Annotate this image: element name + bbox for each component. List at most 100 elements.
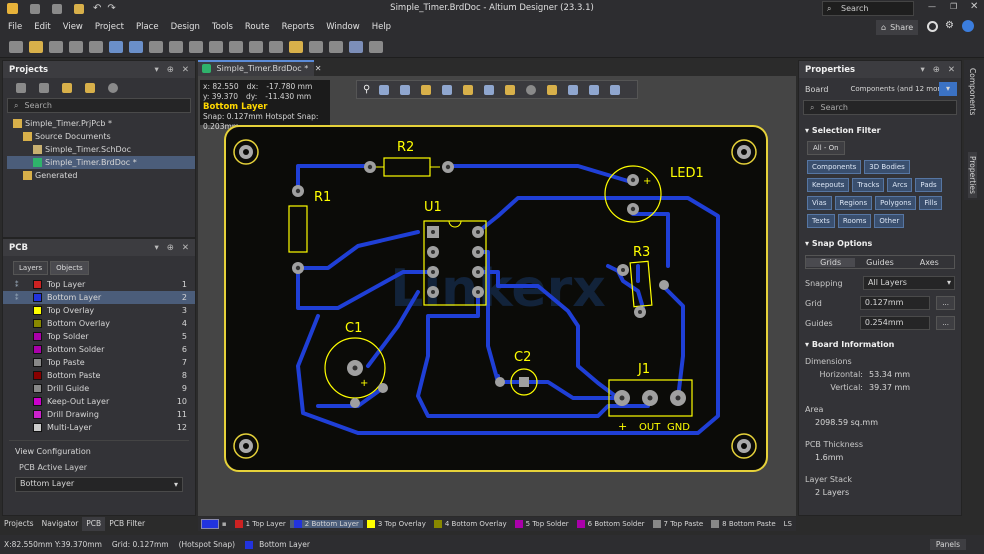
- filter-button[interactable]: ▾: [939, 82, 957, 96]
- paste-icon[interactable]: [189, 41, 203, 53]
- print-icon[interactable]: [89, 41, 103, 53]
- zoom-fit-icon[interactable]: [269, 41, 283, 53]
- project-new-icon[interactable]: [16, 83, 26, 93]
- board-info-header[interactable]: ▾ Board Information: [799, 337, 961, 352]
- snap-options-header[interactable]: ▾ Snap Options: [799, 236, 961, 251]
- project-tree-item[interactable]: Source Documents: [7, 130, 195, 143]
- select-icon[interactable]: [229, 41, 243, 53]
- menu-tools[interactable]: Tools: [206, 18, 239, 37]
- tab-guides[interactable]: Guides: [855, 258, 904, 267]
- visibility-icon[interactable]: ⁑: [15, 294, 19, 302]
- side-tab-properties[interactable]: Properties: [968, 152, 977, 198]
- zoom-icon[interactable]: [249, 41, 263, 53]
- project-tree-item[interactable]: Generated: [7, 169, 195, 182]
- grid-input[interactable]: 0.127mm: [859, 296, 931, 310]
- tab-layers[interactable]: Layers: [13, 261, 49, 275]
- guides-input[interactable]: 0.254mm: [859, 316, 931, 330]
- menu-window[interactable]: Window: [320, 18, 366, 37]
- project-tree-item[interactable]: Simple_Timer.SchDoc: [7, 143, 195, 156]
- panel-tab-projects[interactable]: Projects: [0, 517, 38, 531]
- notification-icon[interactable]: [927, 21, 938, 32]
- layer-tab[interactable]: 6 Bottom Solder: [573, 520, 649, 528]
- tab-axes[interactable]: Axes: [905, 258, 954, 267]
- filter-pads[interactable]: Pads: [915, 178, 942, 192]
- properties-search[interactable]: ⌕ Search: [803, 100, 957, 115]
- global-search[interactable]: ⌕ Search: [822, 1, 914, 16]
- view-config-button[interactable]: View Configuration: [9, 445, 189, 459]
- new-icon[interactable]: [9, 41, 23, 53]
- pcb-canvas[interactable]: x: 82.550 dx: -17.780 mm y: 39.370 dy: -…: [198, 76, 796, 516]
- visibility-icon[interactable]: ⁑: [15, 281, 19, 289]
- grid-more-button[interactable]: ...: [936, 296, 955, 310]
- panels-button[interactable]: Panels: [929, 539, 966, 550]
- filter-polygons[interactable]: Polygons: [875, 196, 917, 210]
- project-folder-icon[interactable]: [85, 83, 95, 93]
- project-tree-item[interactable]: Simple_Timer.PrjPcb *: [7, 117, 195, 130]
- layer-row[interactable]: Top Paste 7: [3, 356, 195, 369]
- tab-grids[interactable]: Grids: [806, 257, 856, 267]
- undo-toolbar-icon[interactable]: [109, 41, 123, 53]
- 3d-view-icon[interactable]: [349, 41, 363, 53]
- layer-row[interactable]: Bottom Solder 6: [3, 343, 195, 356]
- layer-tab[interactable]: LS: [780, 520, 796, 528]
- menu-file[interactable]: File: [2, 18, 28, 37]
- layer-tab[interactable]: 3 Top Overlay: [363, 520, 430, 528]
- zoom-previous-icon[interactable]: [329, 41, 343, 53]
- filter-keepouts[interactable]: Keepouts: [807, 178, 850, 192]
- gear-icon[interactable]: ⚙: [945, 20, 954, 31]
- layer-tab[interactable]: 2 Bottom Layer: [289, 520, 363, 528]
- layer-row[interactable]: Bottom Paste 8: [3, 369, 195, 382]
- project-settings-icon[interactable]: [108, 83, 118, 93]
- layer-row[interactable]: Top Overlay 3: [3, 304, 195, 317]
- side-tab-components[interactable]: Components: [968, 64, 977, 119]
- filter-other[interactable]: Other: [874, 214, 905, 228]
- filter-tracks[interactable]: Tracks: [852, 178, 885, 192]
- user-avatar[interactable]: [962, 20, 974, 32]
- menu-help[interactable]: Help: [366, 18, 397, 37]
- panel-tab-pcb[interactable]: PCB: [82, 517, 106, 531]
- tab-objects[interactable]: Objects: [50, 261, 89, 275]
- filter-arcs[interactable]: Arcs: [887, 178, 913, 192]
- filter-vias[interactable]: Vias: [807, 196, 832, 210]
- cut-icon[interactable]: [149, 41, 163, 53]
- menu-project[interactable]: Project: [89, 18, 130, 37]
- filter-3d-bodies[interactable]: 3D Bodies: [864, 160, 910, 174]
- menu-view[interactable]: View: [57, 18, 89, 37]
- all-on-button[interactable]: All - On: [807, 141, 845, 155]
- menu-reports[interactable]: Reports: [276, 18, 321, 37]
- project-tree-item[interactable]: Simple_Timer.BrdDoc *: [7, 156, 195, 169]
- layer-row[interactable]: Multi-Layer 12: [3, 421, 195, 434]
- menu-place[interactable]: Place: [130, 18, 165, 37]
- layer-row[interactable]: Top Solder 5: [3, 330, 195, 343]
- properties-controls[interactable]: ▾ ⊕ ✕: [920, 65, 955, 75]
- layer-tab[interactable]: 4 Bottom Overlay: [430, 520, 511, 528]
- rubber-stamp-icon[interactable]: [209, 41, 223, 53]
- save-all-doc-icon[interactable]: [69, 41, 83, 53]
- layer-tab[interactable]: 5 Top Solder: [511, 520, 573, 528]
- filter-components[interactable]: Components: [807, 160, 862, 174]
- panel-controls[interactable]: ▾ ⊕ ✕: [154, 65, 189, 75]
- menu-design[interactable]: Design: [165, 18, 206, 37]
- layer-tab[interactable]: 8 Bottom Paste: [707, 520, 779, 528]
- layer-tab[interactable]: 7 Top Paste: [649, 520, 708, 528]
- projects-search[interactable]: ⌕ Search: [7, 98, 191, 113]
- project-open-icon[interactable]: [62, 83, 72, 93]
- layer-tab[interactable]: 1 Top Layer: [231, 520, 290, 528]
- redo-toolbar-icon[interactable]: [129, 41, 143, 53]
- zoom-selected-icon[interactable]: [289, 41, 303, 53]
- panel-tab-pcb-filter[interactable]: PCB Filter: [105, 517, 149, 531]
- panel-tab-navigator[interactable]: Navigator: [38, 517, 83, 531]
- open-file-icon[interactable]: [29, 41, 43, 53]
- current-layer-swatch[interactable]: [201, 519, 219, 529]
- filter-fills[interactable]: Fills: [919, 196, 943, 210]
- filter-texts[interactable]: Texts: [807, 214, 835, 228]
- filter-rooms[interactable]: Rooms: [837, 214, 872, 228]
- layer-menu-icon[interactable]: ▪: [222, 520, 227, 528]
- guides-more-button[interactable]: ...: [936, 316, 955, 330]
- layer-row[interactable]: ⁑ Top Layer 1: [3, 278, 195, 291]
- menu-edit[interactable]: Edit: [28, 18, 56, 37]
- snapping-select[interactable]: All Layers ▾: [863, 276, 955, 290]
- layer-row[interactable]: Keep-Out Layer 10: [3, 395, 195, 408]
- share-button[interactable]: ⌂ Share: [876, 20, 919, 35]
- active-layer-select[interactable]: Bottom Layer ▾: [15, 477, 183, 492]
